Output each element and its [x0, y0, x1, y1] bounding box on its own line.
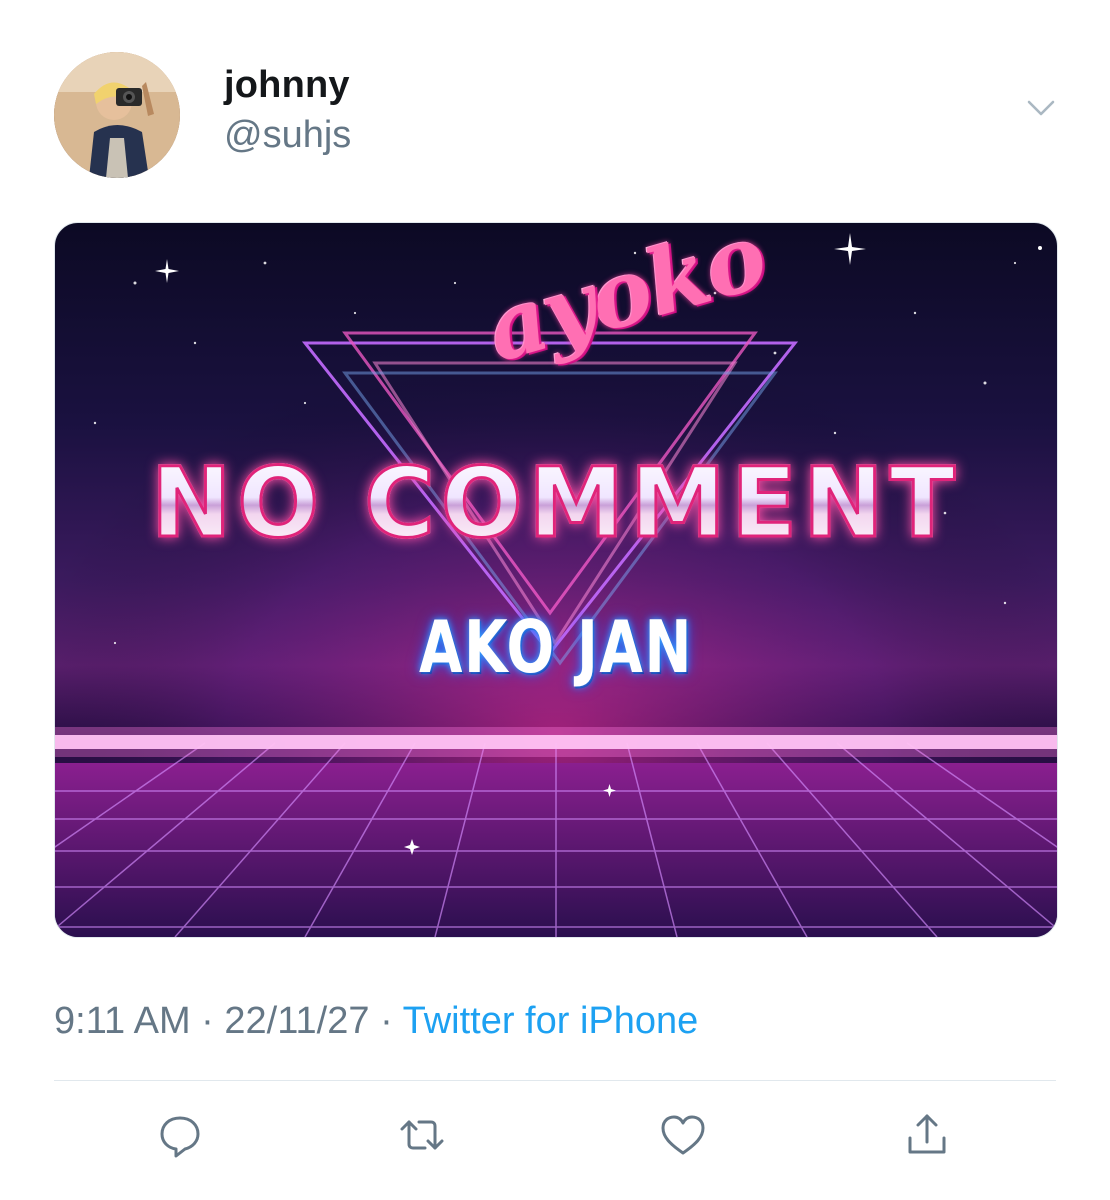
heart-icon[interactable] [658, 1110, 708, 1160]
share-icon[interactable] [902, 1110, 952, 1160]
tweet-media-image[interactable]: ayoko NO COMMENT AKO JAN [54, 222, 1058, 938]
user-handle[interactable]: @suhjs [224, 114, 351, 157]
avatar[interactable] [54, 52, 180, 178]
tweet-meta: 9:11 AM · 22/11/27 · Twitter for iPhone [54, 1000, 698, 1043]
display-name[interactable]: johnny [224, 64, 350, 107]
tweet-time[interactable]: 9:11 AM [54, 1000, 191, 1042]
divider [54, 1080, 1056, 1081]
image-headline: NO COMMENT [55, 446, 1057, 561]
chevron-down-icon[interactable] [1022, 88, 1060, 126]
tweet-actions [0, 1110, 1110, 1170]
meta-separator: · [201, 1000, 214, 1042]
tweet-source-link[interactable]: Twitter for iPhone [403, 1000, 699, 1042]
meta-separator: · [380, 1000, 393, 1042]
retweet-icon[interactable] [397, 1110, 447, 1160]
tweet-date[interactable]: 22/11/27 [224, 1000, 369, 1042]
reply-icon[interactable] [155, 1110, 205, 1160]
image-subline: AKO JAN [418, 605, 694, 689]
